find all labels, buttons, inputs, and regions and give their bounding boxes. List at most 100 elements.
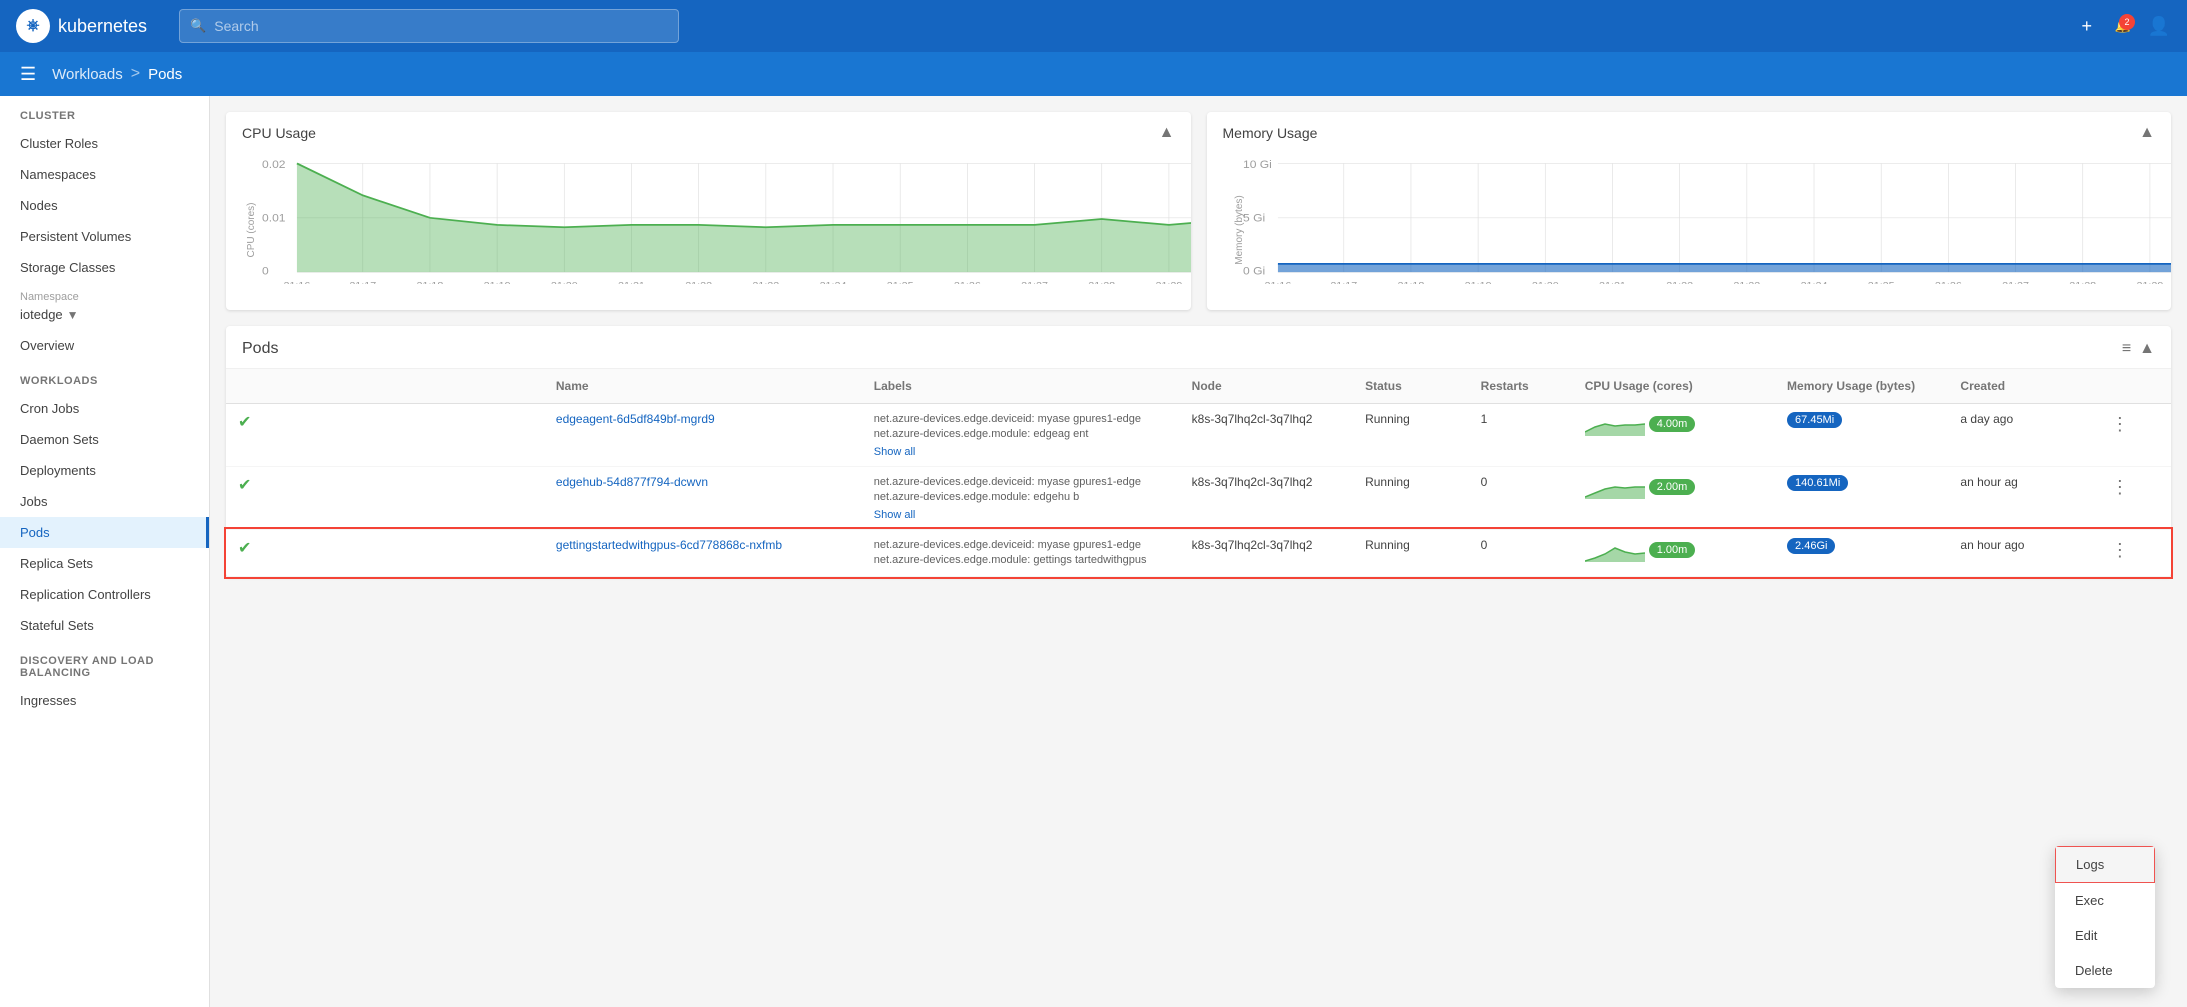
search-input[interactable] [214, 18, 668, 34]
pod-actions-button-1[interactable]: ⋮ [2105, 412, 2135, 437]
pod-actions-3: ⋮ [2093, 529, 2171, 577]
logo-k: ⎈ [27, 17, 40, 35]
pod-cpu-3: 1.00m [1573, 529, 1775, 577]
th-created: Created [1948, 369, 2092, 404]
pod-created-3: an hour ago [1948, 529, 2092, 577]
search-icon: 🔍 [190, 18, 206, 34]
content-area: CPU Usage ▲ CPU (cores) 0.02 0.01 0 [210, 96, 2187, 1007]
pods-table-body: ✔ edgeagent-6d5df849bf-mgrd9 net.azure-d… [226, 404, 2171, 577]
pods-table-header: Name Labels Node Status Restarts CPU Usa… [226, 369, 2171, 404]
show-all-link-2[interactable]: Show all [874, 509, 916, 521]
pod-node-3: k8s-3q7lhq2cl-3q7lhq2 [1180, 529, 1353, 577]
sidebar-item-cron-jobs[interactable]: Cron Jobs [0, 393, 209, 424]
svg-text:21:27: 21:27 [1021, 281, 1048, 284]
svg-text:0.02: 0.02 [262, 160, 286, 171]
th-cpu: CPU Usage (cores) [1573, 369, 1775, 404]
pod-mem-2: 140.61Mi [1775, 466, 1948, 529]
user-avatar[interactable]: 👤 [2147, 14, 2171, 38]
th-node: Node [1180, 369, 1353, 404]
th-labels: Labels [862, 369, 1180, 404]
pod-name-3: gettingstartedwithgpus-6cd778868c-nxfmb [544, 529, 862, 577]
sidebar-item-nodes[interactable]: Nodes [0, 190, 209, 221]
cpu-chart-collapse[interactable]: ▲ [1159, 124, 1175, 142]
svg-text:21:28: 21:28 [2069, 281, 2096, 284]
cpu-y-label: CPU (cores) [246, 202, 257, 257]
context-menu-edit[interactable]: Edit [2055, 918, 2155, 953]
th-actions [2093, 369, 2171, 404]
pod-status-icon-1: ✔ [226, 404, 544, 467]
sidebar-item-daemon-sets[interactable]: Daemon Sets [0, 424, 209, 455]
breadcrumb-pods[interactable]: Pods [148, 66, 182, 83]
pods-header: Pods ≡ ▲ [226, 326, 2171, 369]
sidebar-item-replication-controllers[interactable]: Replication Controllers [0, 579, 209, 610]
logo: ⎈ kubernetes [16, 9, 147, 43]
context-menu-delete[interactable]: Delete [2055, 953, 2155, 988]
sidebar-item-namespaces[interactable]: Namespaces [0, 159, 209, 190]
search-bar[interactable]: 🔍 [179, 9, 679, 43]
svg-text:21:19: 21:19 [1464, 281, 1491, 284]
memory-chart-svg: 10 Gi 5 Gi 0 Gi [1243, 154, 2172, 284]
breadcrumb-workloads[interactable]: Workloads [52, 66, 123, 83]
hamburger-icon[interactable]: ☰ [20, 64, 36, 85]
pod-created-1: a day ago [1948, 404, 2092, 467]
svg-text:21:23: 21:23 [1733, 281, 1760, 284]
add-button[interactable]: + [2075, 14, 2099, 38]
cpu-chart-body: CPU (cores) 0.02 0.01 0 [226, 150, 1191, 310]
mem-badge-3: 2.46Gi [1787, 538, 1835, 554]
pod-labels-3: net.azure-devices.edge.deviceid: myase g… [862, 529, 1180, 577]
pod-link-2[interactable]: edgehub-54d877f794-dcwvn [556, 475, 708, 489]
pod-mem-1: 67.45Mi [1775, 404, 1948, 467]
sidebar-item-deployments[interactable]: Deployments [0, 455, 209, 486]
pod-node-2: k8s-3q7lhq2cl-3q7lhq2 [1180, 466, 1353, 529]
sidebar-item-jobs[interactable]: Jobs [0, 486, 209, 517]
svg-text:21:28: 21:28 [1088, 281, 1115, 284]
chevron-down-icon: ▼ [67, 308, 79, 322]
svg-text:21:26: 21:26 [954, 281, 981, 284]
notification-button[interactable]: 🔔 2 [2115, 18, 2131, 34]
svg-text:21:21: 21:21 [618, 281, 645, 284]
pod-actions-button-2[interactable]: ⋮ [2105, 475, 2135, 500]
svg-text:21:27: 21:27 [2002, 281, 2029, 284]
sidebar-item-overview[interactable]: Overview [0, 330, 209, 361]
svg-text:21:22: 21:22 [1666, 281, 1693, 284]
pods-collapse[interactable]: ▲ [2139, 340, 2155, 358]
pod-actions-2: ⋮ [2093, 466, 2171, 529]
cluster-section-title: Cluster [0, 96, 209, 128]
table-row: ✔ gettingstartedwithgpus-6cd778868c-nxfm… [226, 529, 2171, 577]
context-menu-logs[interactable]: Logs [2055, 846, 2155, 883]
svg-text:21:21: 21:21 [1599, 281, 1626, 284]
pod-label-text-1b: net.azure-devices.edge.module: edgeag en… [874, 427, 1168, 442]
context-menu-exec[interactable]: Exec [2055, 883, 2155, 918]
memory-chart-card: Memory Usage ▲ Memory (bytes) 10 Gi 5 Gi… [1207, 112, 2172, 310]
show-all-link-1[interactable]: Show all [874, 446, 916, 458]
breadcrumb-separator: > [131, 65, 140, 83]
svg-text:21:19: 21:19 [484, 281, 511, 284]
pod-label-text-2: net.azure-devices.edge.deviceid: myase g… [874, 475, 1168, 490]
sidebar-item-storage-classes[interactable]: Storage Classes [0, 252, 209, 283]
pod-labels-1: net.azure-devices.edge.deviceid: myase g… [862, 404, 1180, 467]
memory-chart-collapse[interactable]: ▲ [2139, 124, 2155, 142]
cpu-chart-header: CPU Usage ▲ [226, 112, 1191, 150]
cpu-chart-card: CPU Usage ▲ CPU (cores) 0.02 0.01 0 [226, 112, 1191, 310]
svg-text:21:20: 21:20 [551, 281, 578, 284]
pods-section-title: Pods [242, 340, 278, 358]
filter-icon[interactable]: ≡ [2122, 340, 2131, 358]
pod-link-1[interactable]: edgeagent-6d5df849bf-mgrd9 [556, 412, 715, 426]
pod-actions-button-3[interactable]: ⋮ [2105, 538, 2135, 563]
th-name-label: Name [544, 369, 862, 404]
svg-text:21:20: 21:20 [1531, 281, 1558, 284]
namespace-label: Namespace [0, 283, 209, 303]
sidebar-item-stateful-sets[interactable]: Stateful Sets [0, 610, 209, 641]
pod-link-3[interactable]: gettingstartedwithgpus-6cd778868c-nxfmb [556, 538, 782, 552]
sidebar-item-pods[interactable]: Pods [0, 517, 209, 548]
sidebar-item-persistent-volumes[interactable]: Persistent Volumes [0, 221, 209, 252]
pod-cpu-1: 4.00m [1573, 404, 1775, 467]
sidebar-item-cluster-roles[interactable]: Cluster Roles [0, 128, 209, 159]
pod-restarts-1: 1 [1469, 404, 1573, 467]
svg-text:21:22: 21:22 [685, 281, 712, 284]
cpu-chart-svg: 0.02 0.01 0 [262, 154, 1191, 284]
memory-chart-header: Memory Usage ▲ [1207, 112, 2172, 150]
pod-node-1: k8s-3q7lhq2cl-3q7lhq2 [1180, 404, 1353, 467]
sidebar-item-ingresses[interactable]: Ingresses [0, 685, 209, 716]
sidebar-item-replica-sets[interactable]: Replica Sets [0, 548, 209, 579]
